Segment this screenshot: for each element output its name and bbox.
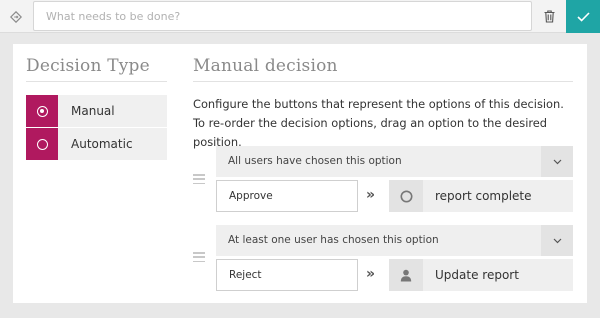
action-label: Update report [435,268,519,282]
condition-label: At least one user has chosen this option [228,234,439,246]
decision-type-automatic[interactable]: Automatic [26,128,167,160]
radio-selected-icon [36,105,48,117]
action-select[interactable]: report complete [389,180,573,212]
task-name-input[interactable] [33,1,532,31]
circle-icon [389,180,423,212]
option-name-input[interactable] [216,180,358,212]
option-label: Manual [71,104,115,118]
check-icon [576,11,590,22]
chevron-down-icon[interactable] [541,146,573,177]
confirm-button[interactable] [566,0,600,33]
drag-handle-icon[interactable] [193,174,205,184]
action-select[interactable]: Update report [389,259,573,291]
user-icon [389,259,423,291]
description-text: Configure the buttons that represent the… [193,97,564,149]
condition-label: All users have chosen this option [228,155,402,167]
radio-automatic[interactable] [26,128,58,160]
condition-select[interactable]: At least one user has chosen this option [216,225,573,256]
drag-handle-icon[interactable] [193,252,205,262]
radio-unselected-icon [36,138,48,150]
manual-decision-title: Manual decision [193,56,338,76]
divider [193,81,573,82]
option-name-input[interactable] [216,259,358,291]
arrow-icon: » [366,187,376,203]
arrow-icon: » [366,266,376,282]
top-bar [0,0,600,33]
trash-icon[interactable] [533,0,565,33]
decision-type-manual[interactable]: Manual [26,95,167,127]
task-type-icon[interactable] [0,0,32,33]
radio-manual[interactable] [26,95,58,127]
divider [26,81,167,82]
decision-type-title: Decision Type [26,56,150,76]
action-label: report complete [435,189,532,203]
chevron-down-icon[interactable] [541,225,573,256]
condition-select[interactable]: All users have chosen this option [216,146,573,177]
option-label: Automatic [71,137,133,151]
